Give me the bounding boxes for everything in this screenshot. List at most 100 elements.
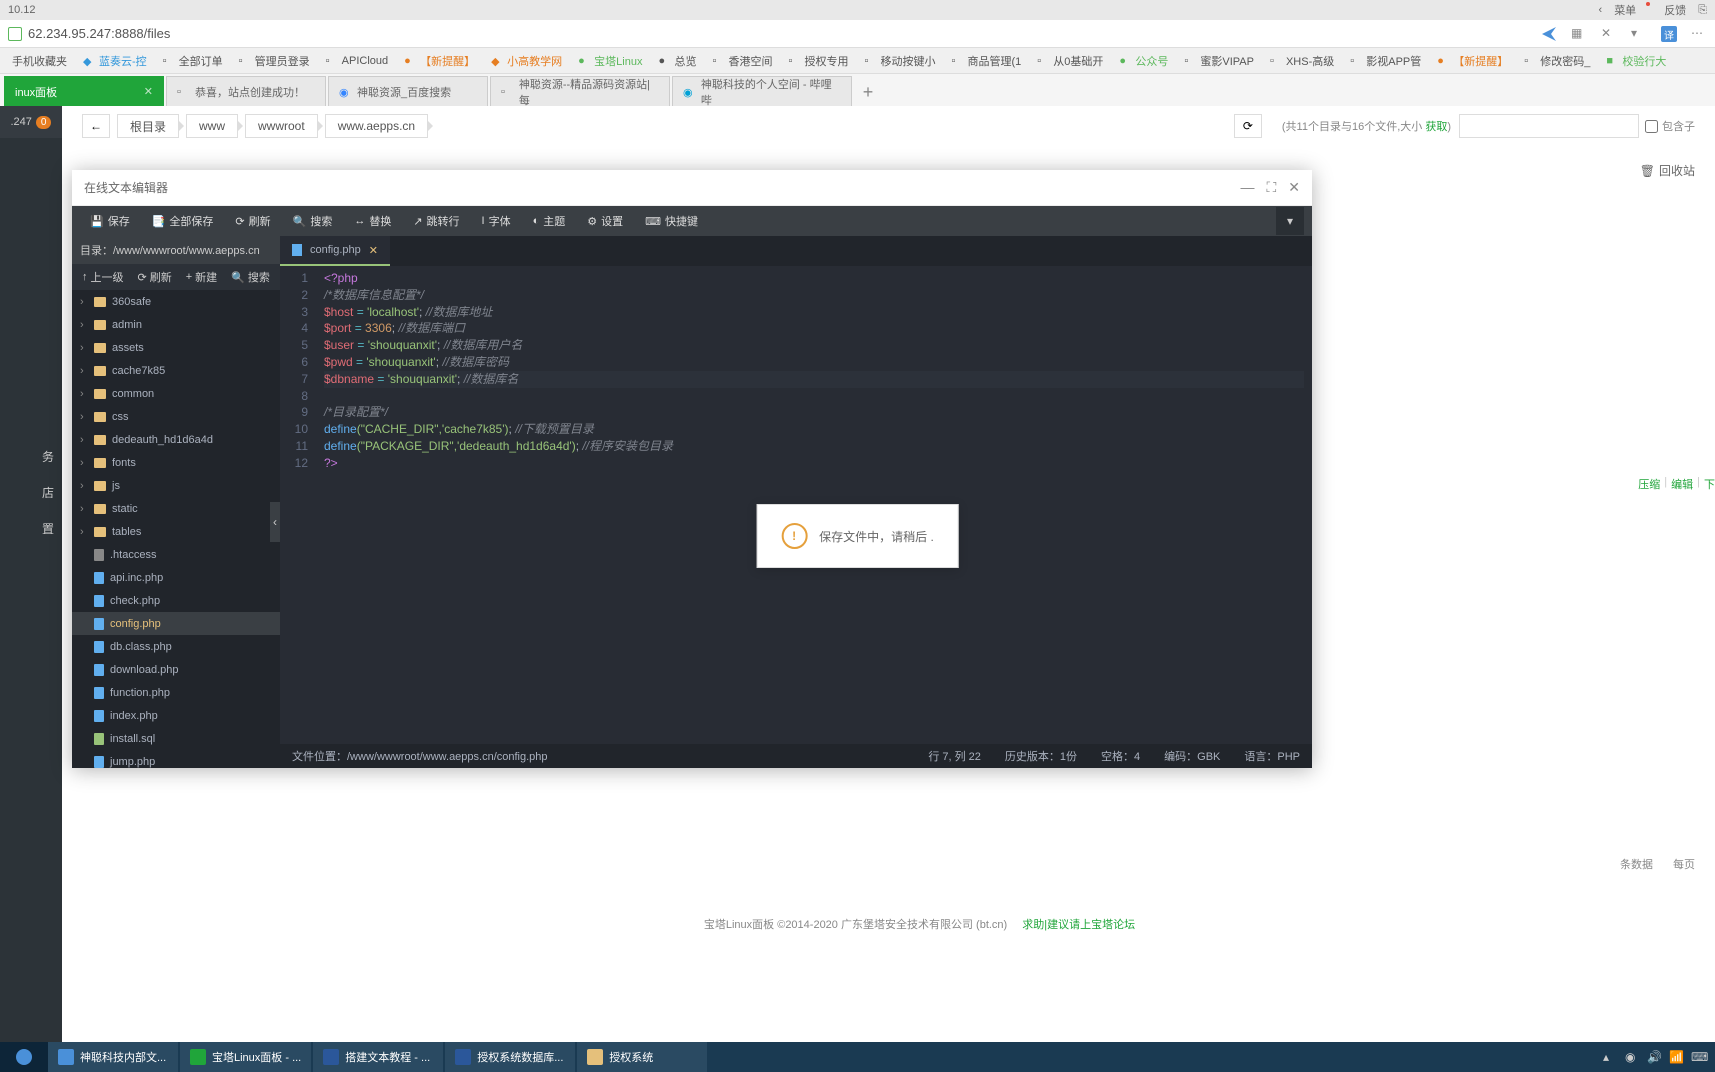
action-link[interactable]: 编辑 <box>1671 476 1693 492</box>
browser-tab[interactable]: inux面板✕ <box>4 76 164 106</box>
tree-item[interactable]: ›dedeauth_hd1d6a4d <box>72 428 280 451</box>
bookmark-item[interactable]: ●【新提醒】 <box>398 51 481 71</box>
back-button[interactable]: ← <box>82 114 110 138</box>
feedback-label[interactable]: 反馈 <box>1664 2 1686 18</box>
get-size-link[interactable]: 获取 <box>1425 121 1447 133</box>
breadcrumb-segment[interactable]: 根目录 <box>117 114 179 138</box>
tree-item[interactable]: db.class.php <box>72 635 280 658</box>
checkbox[interactable] <box>1645 120 1658 133</box>
menu-label[interactable]: 菜单 <box>1614 2 1636 18</box>
tray-icon[interactable]: ⌨ <box>1691 1050 1705 1064</box>
bookmark-item[interactable]: ▫蜜影VIPAP <box>1178 51 1260 71</box>
tree-item[interactable]: check.php <box>72 589 280 612</box>
bookmark-item[interactable]: ●【新提醒】 <box>1431 51 1514 71</box>
dropdown-icon[interactable]: ▾ <box>1631 26 1647 42</box>
taskbar-item[interactable]: 神聪科技内部文... <box>48 1042 178 1072</box>
recycle-bin-button[interactable]: 🗑 回收站 <box>1640 162 1695 179</box>
action-link[interactable]: 下 <box>1704 476 1715 492</box>
bookmark-item[interactable]: ●宝塔Linux <box>572 51 648 71</box>
bookmark-item[interactable]: ●总览 <box>652 51 702 71</box>
grid-icon[interactable]: ▦ <box>1571 26 1587 42</box>
tree-up-button[interactable]: ↑上一级 <box>76 267 130 287</box>
replace-button[interactable]: ↔替换 <box>344 209 401 233</box>
refresh-button[interactable]: ⟳ <box>1234 114 1262 138</box>
jump-button[interactable]: ↗跳转行 <box>403 209 469 233</box>
tree-item[interactable]: ›css <box>72 405 280 428</box>
bookmark-item[interactable]: ▫授权专用 <box>782 51 854 71</box>
bookmark-item[interactable]: ▫XHS-高级 <box>1264 51 1340 71</box>
tray-icon[interactable]: 🔊 <box>1647 1050 1661 1064</box>
url-text[interactable]: 62.234.95.247:8888/files <box>28 26 170 41</box>
more-icon[interactable]: ⋯ <box>1691 26 1707 42</box>
bookmark-item[interactable]: ▫APICloud <box>320 53 394 69</box>
tree-search-button[interactable]: 🔍搜索 <box>225 267 276 287</box>
tree-item[interactable]: ›fonts <box>72 451 280 474</box>
shortcut-button[interactable]: ⌨快捷键 <box>635 209 708 233</box>
maximize-icon[interactable]: ⛶ <box>1266 179 1276 196</box>
close-icon[interactable]: ✕ <box>1288 179 1300 196</box>
breadcrumb-segment[interactable]: www <box>186 114 238 138</box>
sidebar-item[interactable]: 置 <box>0 510 62 546</box>
new-tab-button[interactable]: + <box>854 78 882 106</box>
save-button[interactable]: 💾保存 <box>80 209 140 233</box>
bookmark-item[interactable]: ▫移动按键小 <box>858 51 941 71</box>
tree-item[interactable]: ›tables <box>72 520 280 543</box>
tray-icon[interactable]: ◉ <box>1625 1050 1639 1064</box>
tree-item[interactable]: ›360safe <box>72 290 280 313</box>
bookmark-item[interactable]: ◆小高教学网 <box>485 51 568 71</box>
bookmark-item[interactable]: ▫从0基础开 <box>1031 51 1109 71</box>
action-link[interactable]: 压缩 <box>1638 476 1660 492</box>
tree-item[interactable]: index.php <box>72 704 280 727</box>
taskbar-item[interactable]: 宝塔Linux面板 - ... <box>180 1042 311 1072</box>
footer-link[interactable]: 求助|建议请上宝塔论坛 <box>1022 919 1135 931</box>
taskbar-item[interactable]: 授权系统 <box>577 1042 707 1072</box>
settings-button[interactable]: ⚙设置 <box>577 209 633 233</box>
tree-item[interactable]: .htaccess <box>72 543 280 566</box>
bookmark-item[interactable]: ▫管理员登录 <box>233 51 316 71</box>
collapse-tree-button[interactable]: ‹ <box>270 502 280 542</box>
tree-item[interactable]: install.sql <box>72 727 280 750</box>
close-tab-icon[interactable]: ✕ <box>369 244 378 257</box>
bookmark-item[interactable]: ▫香港空间 <box>706 51 778 71</box>
tree-item[interactable]: ›cache7k85 <box>72 359 280 382</box>
tree-item[interactable]: function.php <box>72 681 280 704</box>
sidebar-item[interactable]: 务 <box>0 438 62 474</box>
bookmark-item[interactable]: ▫影视APP管 <box>1344 51 1427 71</box>
language-info[interactable]: 语言：PHP <box>1244 748 1300 764</box>
bookmark-item[interactable]: ◆蓝奏云-控 <box>77 51 153 71</box>
bookmark-item[interactable]: ▫全部订单 <box>157 51 229 71</box>
tree-new-button[interactable]: +新建 <box>180 267 223 287</box>
search-button[interactable]: 🔍搜索 <box>283 209 343 233</box>
minimize-icon[interactable]: — <box>1240 179 1254 196</box>
tree-item[interactable]: jump.php <box>72 750 280 768</box>
menu-chevron-left-icon[interactable]: ‹ <box>1599 4 1603 16</box>
bookmark-item[interactable]: ●公众号 <box>1113 51 1174 71</box>
bookmark-item[interactable]: ▫商品管理(1 <box>945 51 1027 71</box>
sidebar-item[interactable]: 店 <box>0 474 62 510</box>
bookmark-item[interactable]: 手机收藏夹 <box>6 51 73 71</box>
start-button[interactable] <box>0 1042 48 1072</box>
browser-tab[interactable]: ▫神聪资源--精品源码资源站|每 <box>490 76 670 106</box>
x-icon[interactable]: ✕ <box>1601 26 1617 42</box>
window-icon[interactable]: ⎘ <box>1698 4 1707 17</box>
breadcrumb-segment[interactable]: wwwroot <box>245 114 318 138</box>
tree-item[interactable]: ›static <box>72 497 280 520</box>
tree-item[interactable]: ›admin <box>72 313 280 336</box>
browser-tab[interactable]: ◉神聪科技的个人空间 - 哔哩哔 <box>672 76 852 106</box>
tree-list[interactable]: ›360safe›admin›assets›cache7k85›common›c… <box>72 290 280 768</box>
bookmark-item[interactable]: ■校验行大 <box>1600 51 1672 71</box>
history-info[interactable]: 历史版本：1份 <box>1005 748 1077 764</box>
encoding-info[interactable]: 编码：GBK <box>1164 748 1220 764</box>
plane-icon[interactable] <box>1541 26 1557 42</box>
tree-item[interactable]: api.inc.php <box>72 566 280 589</box>
tree-item[interactable]: ›assets <box>72 336 280 359</box>
search-input[interactable] <box>1459 114 1639 138</box>
tree-item[interactable]: ›js <box>72 474 280 497</box>
bookmark-item[interactable]: ▫修改密码_ <box>1518 51 1596 71</box>
font-button[interactable]: I字体 <box>472 209 521 233</box>
refresh-button[interactable]: ⟳刷新 <box>225 209 280 233</box>
saveall-button[interactable]: 📑全部保存 <box>142 209 224 233</box>
close-icon[interactable]: ✕ <box>144 85 153 98</box>
breadcrumb-segment[interactable]: www.aepps.cn <box>325 114 428 138</box>
code-tab[interactable]: config.php ✕ <box>280 236 390 266</box>
